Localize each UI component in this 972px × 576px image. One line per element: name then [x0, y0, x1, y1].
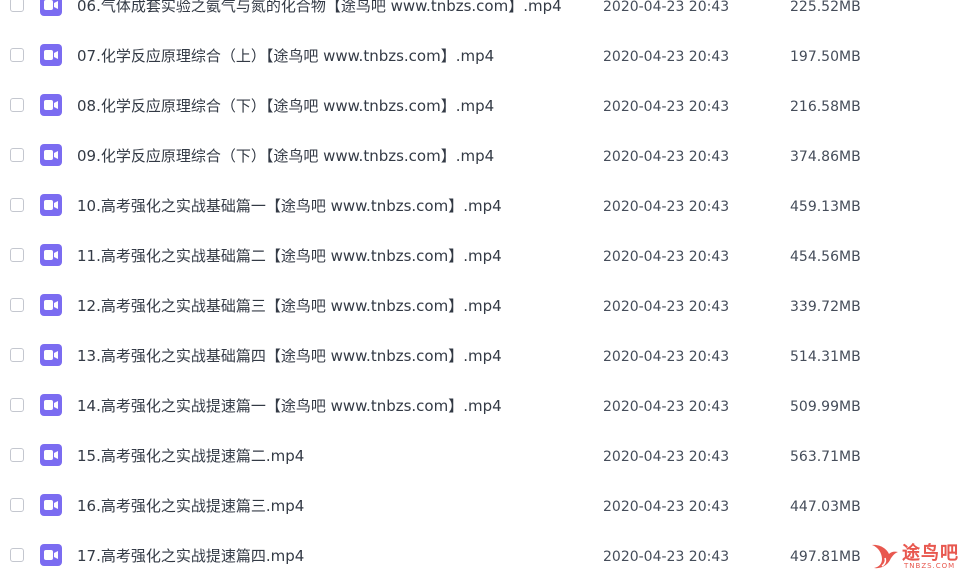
file-size: 339.72MB	[790, 299, 861, 315]
file-date: 2020-04-23 20:43	[603, 49, 730, 65]
file-date: 2020-04-23 20:43	[603, 0, 730, 15]
file-name[interactable]: 13.高考强化之实战基础篇四【途鸟吧 www.tnbzs.com】.mp4	[77, 346, 592, 366]
file-name[interactable]: 14.高考强化之实战提速篇一【途鸟吧 www.tnbzs.com】.mp4	[77, 396, 592, 416]
file-name[interactable]: 08.化学反应原理综合（下）【途鸟吧 www.tnbzs.com】.mp4	[77, 96, 592, 116]
file-row[interactable]: 06.气体成套实验之氨气与氮的化合物【途鸟吧 www.tnbzs.com】.mp…	[0, 0, 972, 31]
video-file-icon	[40, 144, 62, 166]
file-date: 2020-04-23 20:43	[603, 399, 730, 415]
row-checkbox[interactable]	[10, 398, 24, 412]
file-row[interactable]: 11.高考强化之实战基础篇二【途鸟吧 www.tnbzs.com】.mp4 20…	[0, 231, 972, 281]
file-size: 514.31MB	[790, 349, 861, 365]
file-date: 2020-04-23 20:43	[603, 349, 730, 365]
file-date: 2020-04-23 20:43	[603, 499, 730, 515]
video-file-icon	[40, 44, 62, 66]
video-file-icon	[40, 94, 62, 116]
file-row[interactable]: 14.高考强化之实战提速篇一【途鸟吧 www.tnbzs.com】.mp4 20…	[0, 381, 972, 431]
file-size: 447.03MB	[790, 499, 861, 515]
row-checkbox[interactable]	[10, 198, 24, 212]
video-file-icon	[40, 444, 62, 466]
row-checkbox[interactable]	[10, 148, 24, 162]
file-row[interactable]: 08.化学反应原理综合（下）【途鸟吧 www.tnbzs.com】.mp4 20…	[0, 81, 972, 131]
row-checkbox[interactable]	[10, 48, 24, 62]
file-row[interactable]: 09.化学反应原理综合（下）【途鸟吧 www.tnbzs.com】.mp4 20…	[0, 131, 972, 181]
file-name[interactable]: 15.高考强化之实战提速篇二.mp4	[77, 446, 592, 466]
row-checkbox[interactable]	[10, 248, 24, 262]
video-file-icon	[40, 494, 62, 516]
file-size: 509.99MB	[790, 399, 861, 415]
video-file-icon	[40, 244, 62, 266]
file-date: 2020-04-23 20:43	[603, 99, 730, 115]
video-file-icon	[40, 194, 62, 216]
file-date: 2020-04-23 20:43	[603, 449, 730, 465]
file-name[interactable]: 17.高考强化之实战提速篇四.mp4	[77, 546, 592, 566]
file-name[interactable]: 11.高考强化之实战基础篇二【途鸟吧 www.tnbzs.com】.mp4	[77, 246, 592, 266]
row-checkbox[interactable]	[10, 298, 24, 312]
file-date: 2020-04-23 20:43	[603, 149, 730, 165]
file-rows: 06.气体成套实验之氨气与氮的化合物【途鸟吧 www.tnbzs.com】.mp…	[0, 0, 972, 576]
file-list: 06.气体成套实验之氨气与氮的化合物【途鸟吧 www.tnbzs.com】.mp…	[0, 0, 972, 576]
file-date: 2020-04-23 20:43	[603, 249, 730, 265]
file-name[interactable]: 12.高考强化之实战基础篇三【途鸟吧 www.tnbzs.com】.mp4	[77, 296, 592, 316]
row-checkbox[interactable]	[10, 448, 24, 462]
file-row[interactable]: 17.高考强化之实战提速篇四.mp4 2020-04-23 20:43 497.…	[0, 531, 972, 576]
bird-logo-icon	[868, 539, 900, 575]
file-size: 459.13MB	[790, 199, 861, 215]
file-size: 216.58MB	[790, 99, 861, 115]
file-date: 2020-04-23 20:43	[603, 299, 730, 315]
file-name[interactable]: 06.气体成套实验之氨气与氮的化合物【途鸟吧 www.tnbzs.com】.mp…	[77, 0, 592, 16]
watermark: 途鸟吧 TNBZS.COM	[868, 537, 968, 573]
file-row[interactable]: 12.高考强化之实战基础篇三【途鸟吧 www.tnbzs.com】.mp4 20…	[0, 281, 972, 331]
row-checkbox[interactable]	[10, 348, 24, 362]
video-file-icon	[40, 0, 62, 16]
row-checkbox[interactable]	[10, 498, 24, 512]
row-checkbox[interactable]	[10, 98, 24, 112]
file-row[interactable]: 13.高考强化之实战基础篇四【途鸟吧 www.tnbzs.com】.mp4 20…	[0, 331, 972, 381]
file-size: 225.52MB	[790, 0, 861, 15]
file-row[interactable]: 16.高考强化之实战提速篇三.mp4 2020-04-23 20:43 447.…	[0, 481, 972, 531]
file-size: 454.56MB	[790, 249, 861, 265]
file-date: 2020-04-23 20:43	[603, 199, 730, 215]
video-file-icon	[40, 544, 62, 566]
video-file-icon	[40, 344, 62, 366]
file-size: 563.71MB	[790, 449, 861, 465]
file-row[interactable]: 15.高考强化之实战提速篇二.mp4 2020-04-23 20:43 563.…	[0, 431, 972, 481]
file-name[interactable]: 07.化学反应原理综合（上）【途鸟吧 www.tnbzs.com】.mp4	[77, 46, 592, 66]
file-size: 374.86MB	[790, 149, 861, 165]
file-size: 197.50MB	[790, 49, 861, 65]
file-row[interactable]: 10.高考强化之实战基础篇一【途鸟吧 www.tnbzs.com】.mp4 20…	[0, 181, 972, 231]
row-checkbox[interactable]	[10, 548, 24, 562]
file-row[interactable]: 07.化学反应原理综合（上）【途鸟吧 www.tnbzs.com】.mp4 20…	[0, 31, 972, 81]
file-name[interactable]: 16.高考强化之实战提速篇三.mp4	[77, 496, 592, 516]
watermark-domain: TNBZS.COM	[904, 562, 956, 570]
video-file-icon	[40, 294, 62, 316]
file-name[interactable]: 09.化学反应原理综合（下）【途鸟吧 www.tnbzs.com】.mp4	[77, 146, 592, 166]
file-size: 497.81MB	[790, 549, 861, 565]
file-date: 2020-04-23 20:43	[603, 549, 730, 565]
file-name[interactable]: 10.高考强化之实战基础篇一【途鸟吧 www.tnbzs.com】.mp4	[77, 196, 592, 216]
video-file-icon	[40, 394, 62, 416]
row-checkbox[interactable]	[10, 0, 24, 12]
